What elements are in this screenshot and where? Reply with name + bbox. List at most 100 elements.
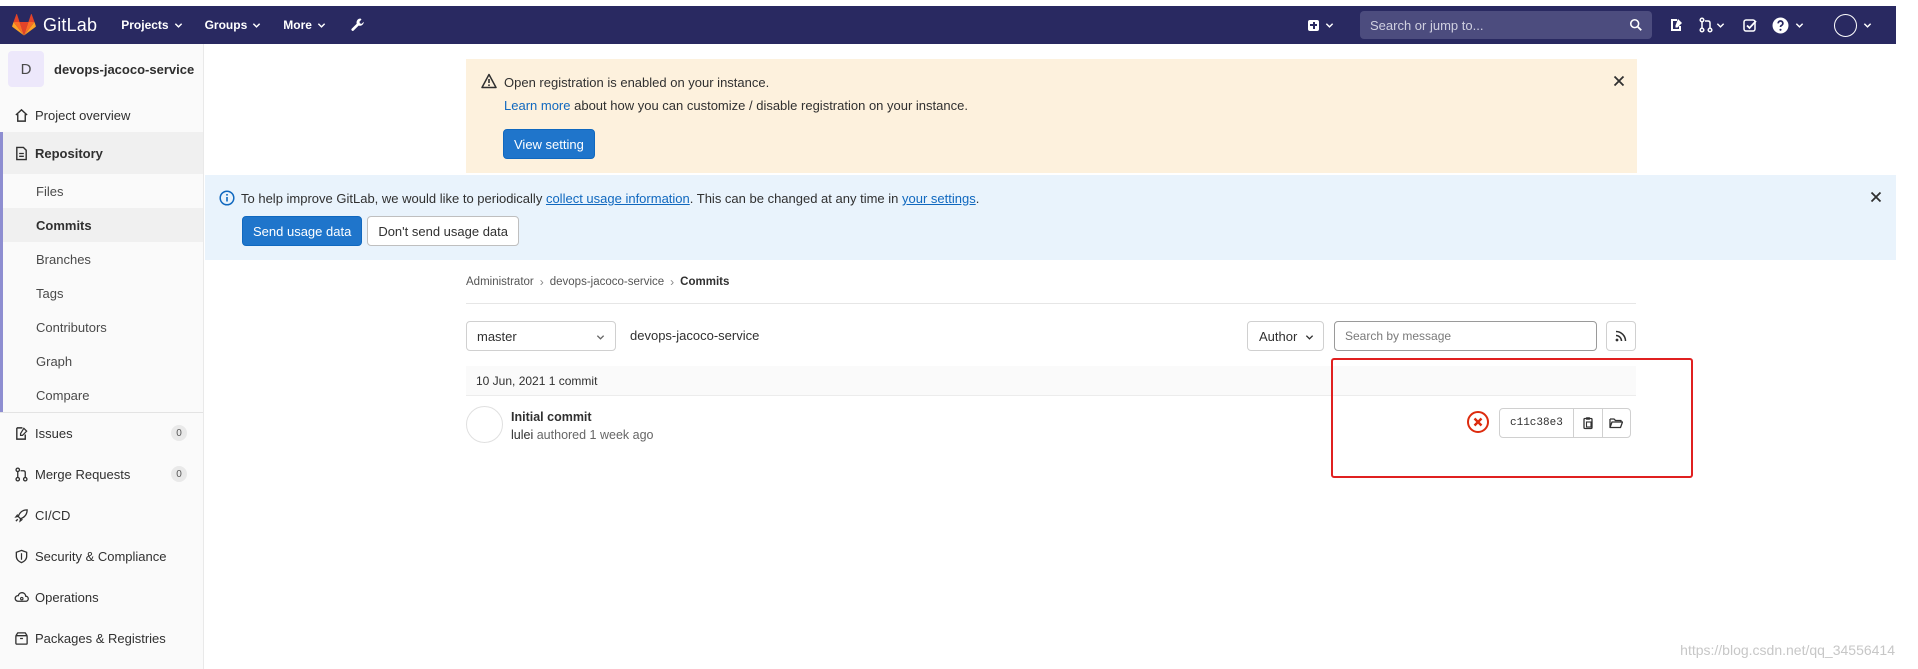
todos-nav-button[interactable] — [1742, 17, 1758, 33]
breadcrumb-project[interactable]: devops-jacoco-service — [550, 276, 664, 288]
usage-text-after: . — [975, 191, 980, 206]
rss-icon — [1615, 330, 1627, 342]
learn-more-link[interactable]: Learn more — [504, 98, 570, 113]
chevron-down-icon — [317, 22, 326, 28]
new-item-button[interactable] — [1308, 19, 1334, 31]
chevron-down-icon — [596, 335, 605, 340]
sidebar-subitem-files[interactable]: Files — [3, 174, 203, 208]
merge-requests-count-badge: 0 — [171, 466, 187, 482]
close-icon[interactable] — [1612, 74, 1626, 88]
sidebar-item-merge-requests[interactable]: Merge Requests 0 — [0, 454, 203, 495]
view-setting-button[interactable]: View setting — [503, 129, 595, 159]
nav-groups-label: Groups — [204, 18, 248, 32]
breadcrumb-separator: › — [539, 275, 544, 289]
help-button[interactable] — [1772, 17, 1804, 34]
usage-text-before: To help improve GitLab, we would like to… — [241, 191, 543, 206]
warning-icon — [481, 73, 497, 89]
breadcrumb-administrator[interactable]: Administrator — [466, 276, 534, 288]
chevron-down-icon — [174, 22, 182, 28]
registration-alert-description: about how you can customize / disable re… — [574, 98, 968, 113]
top-navbar: GitLab Projects Groups More — [0, 6, 1896, 44]
user-avatar — [1834, 13, 1857, 37]
repository-submenu: Files Commits Branches Tags Contributors… — [0, 174, 203, 412]
sidebar-item-label: CI/CD — [35, 508, 71, 523]
global-search-input[interactable] — [1370, 17, 1620, 33]
issues-icon — [1671, 19, 1682, 31]
watermark-text: https://blog.csdn.net/qq_34556414 — [1680, 642, 1895, 658]
chevron-down-icon — [1863, 22, 1872, 28]
commit-author-link[interactable]: lulei — [511, 428, 533, 442]
sidebar-subitem-branches[interactable]: Branches — [3, 242, 203, 276]
chevron-down-icon — [1325, 22, 1334, 28]
plus-square-icon — [1308, 19, 1319, 31]
project-avatar: D — [8, 51, 44, 87]
registration-alert-title: Open registration is enabled on your ins… — [504, 75, 770, 90]
nav-more-label: More — [283, 18, 312, 32]
sidebar-subitem-graph[interactable]: Graph — [3, 344, 203, 378]
author-filter-dropdown[interactable]: Author — [1247, 321, 1324, 351]
dont-send-usage-data-button[interactable]: Don't send usage data — [367, 216, 520, 246]
close-icon[interactable] — [1869, 190, 1883, 204]
your-settings-link[interactable]: your settings — [902, 191, 976, 206]
breadcrumb-separator: › — [670, 275, 675, 289]
sidebar-item-label: Issues — [35, 426, 73, 441]
usage-alert-text: To help improve GitLab, we would like to… — [241, 191, 979, 206]
author-filter-label: Author — [1259, 328, 1298, 344]
todo-checkbox-icon — [1743, 19, 1757, 32]
user-menu[interactable] — [1834, 13, 1872, 37]
send-usage-data-button[interactable]: Send usage data — [242, 216, 363, 246]
merge-requests-nav-button[interactable] — [1698, 17, 1728, 33]
issues-count-badge: 0 — [171, 425, 187, 441]
search-icon — [1629, 18, 1642, 31]
package-icon — [15, 632, 28, 645]
chevron-down-icon — [1305, 335, 1314, 340]
commit-authored-time: authored 1 week ago — [536, 428, 654, 442]
commits-filter-bar: master devops-jacoco-service Author — [466, 321, 1636, 351]
project-sidebar: D devops-jacoco-service Project overview… — [0, 44, 204, 669]
breadcrumb: Administrator › devops-jacoco-service › … — [466, 275, 729, 289]
nav-groups[interactable]: Groups — [205, 18, 262, 32]
commit-author-avatar[interactable] — [466, 406, 503, 443]
sidebar-item-label: Repository — [35, 145, 103, 161]
sidebar-item-project-overview[interactable]: Project overview — [0, 98, 203, 132]
chevron-down-icon — [1795, 22, 1804, 28]
document-icon — [16, 146, 27, 160]
breadcrumb-current[interactable]: Commits — [680, 276, 729, 288]
question-circle-icon — [1772, 17, 1789, 33]
sidebar-item-repository[interactable]: Repository — [0, 132, 203, 174]
branch-dropdown[interactable]: master — [466, 321, 616, 351]
rss-feed-button[interactable] — [1606, 321, 1636, 351]
project-header[interactable]: D devops-jacoco-service — [0, 44, 203, 94]
sidebar-item-label: Operations — [35, 590, 99, 605]
nav-more[interactable]: More — [283, 18, 326, 32]
branch-dropdown-value: master — [477, 328, 517, 344]
sidebar-subitem-commits[interactable]: Commits — [3, 208, 203, 242]
sidebar-subitem-tags[interactable]: Tags — [3, 276, 203, 310]
collect-usage-link[interactable]: collect usage information — [546, 191, 690, 206]
registration-alert: Open registration is enabled on your ins… — [466, 59, 1637, 173]
chevron-down-icon — [253, 22, 261, 28]
cloud-gear-icon — [14, 592, 29, 602]
nav-projects[interactable]: Projects — [121, 18, 182, 32]
sidebar-item-cicd[interactable]: CI/CD — [0, 495, 203, 536]
sidebar-item-security-compliance[interactable]: Security & Compliance — [0, 536, 203, 577]
search-by-message-input[interactable] — [1334, 321, 1597, 351]
sidebar-subitem-contributors[interactable]: Contributors — [3, 310, 203, 344]
project-path-label: devops-jacoco-service — [630, 328, 760, 343]
sidebar-item-operations[interactable]: Operations — [0, 577, 203, 618]
issues-nav-button[interactable] — [1668, 17, 1684, 33]
registration-alert-text: Learn more about how you can customize /… — [504, 98, 968, 113]
usage-text-middle: . This can be changed at any time in — [689, 191, 899, 206]
gitlab-logo[interactable]: GitLab — [12, 14, 97, 36]
wrench-icon[interactable] — [350, 17, 366, 33]
usage-ping-alert: To help improve GitLab, we would like to… — [205, 175, 1896, 260]
sidebar-subitem-compare[interactable]: Compare — [3, 378, 203, 412]
commit-meta: lulei authored 1 week ago — [511, 428, 654, 442]
commit-title-link[interactable]: Initial commit — [511, 410, 592, 424]
merge-request-icon — [15, 467, 28, 482]
sidebar-item-packages-registries[interactable]: Packages & Registries — [0, 618, 203, 659]
sidebar-item-issues[interactable]: Issues 0 — [0, 413, 203, 454]
global-search[interactable] — [1360, 11, 1652, 39]
issues-icon — [16, 427, 28, 440]
merge-request-icon — [1699, 17, 1713, 33]
